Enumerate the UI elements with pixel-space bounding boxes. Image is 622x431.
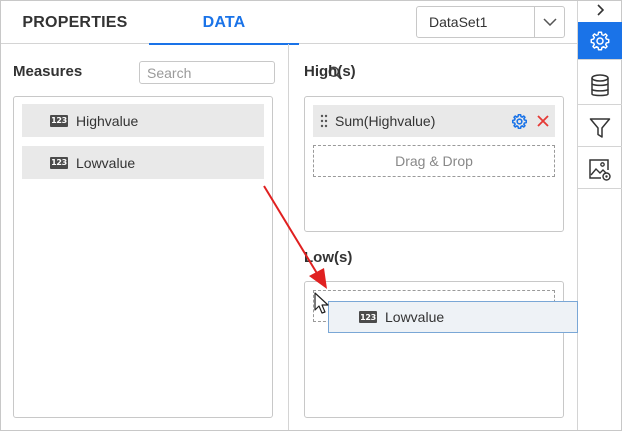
drag-ghost-lowvalue: 123 Lowvalue (328, 301, 578, 333)
dataset-dropdown[interactable]: DataSet1 (416, 6, 565, 38)
list-item-lowvalue[interactable]: 123 Lowvalue (22, 146, 264, 179)
image-settings-icon[interactable] (578, 151, 622, 189)
numeric-field-icon: 123 (50, 114, 68, 127)
measures-title: Measures (13, 63, 83, 80)
low-section-title: Low(s) (304, 249, 353, 266)
measure-label: Lowvalue (76, 154, 136, 171)
drag-handle-icon[interactable] (313, 114, 335, 128)
side-toolbar (577, 1, 622, 430)
search-box (139, 61, 342, 84)
field-pill-label: Sum(Highvalue) (335, 113, 436, 129)
drag-ghost-label: Lowvalue (385, 309, 445, 325)
measures-list: 123 Highvalue 123 Lowvalue (13, 96, 273, 418)
numeric-field-icon: 123 (50, 156, 68, 169)
tab-properties[interactable]: PROPERTIES (1, 1, 149, 44)
close-icon[interactable] (531, 115, 555, 127)
chevron-right-icon[interactable] (578, 1, 622, 19)
field-pill-sum-highvalue[interactable]: Sum(Highvalue) (313, 105, 555, 137)
mouse-cursor-icon (314, 292, 329, 314)
database-icon[interactable] (578, 67, 622, 105)
high-dropzone[interactable]: Drag & Drop (313, 145, 555, 177)
gear-icon[interactable] (578, 22, 622, 60)
numeric-field-icon: 123 (359, 311, 377, 323)
tab-data[interactable]: DATA (149, 1, 299, 45)
column-divider (288, 44, 289, 430)
search-input[interactable] (140, 62, 328, 83)
high-section-title: High(s) (304, 63, 356, 80)
chevron-down-icon[interactable] (534, 7, 564, 37)
gear-icon[interactable] (507, 113, 531, 130)
list-item-highvalue[interactable]: 123 Highvalue (22, 104, 264, 137)
high-drop-panel: Sum(Highvalue) Drag & Drop (304, 96, 564, 232)
dataset-value: DataSet1 (429, 14, 488, 30)
measure-label: Highvalue (76, 112, 139, 129)
filter-icon[interactable] (578, 109, 622, 147)
